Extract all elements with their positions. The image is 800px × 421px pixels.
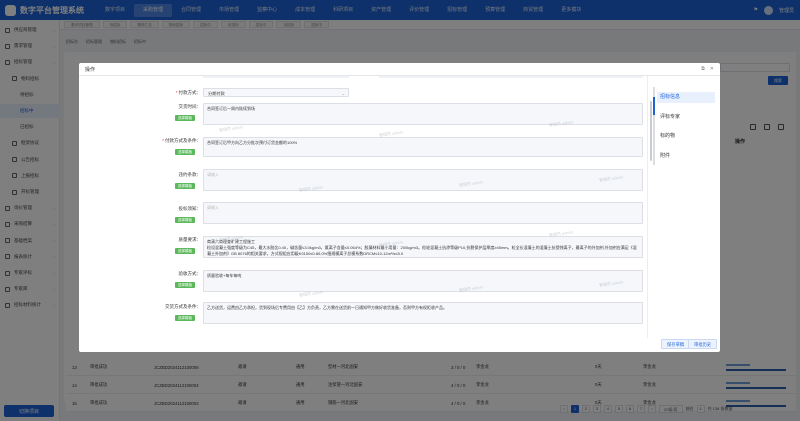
payment-terms-textarea[interactable]: 合同签订后甲方向乙方分批次预付订货金额的100%	[203, 137, 643, 157]
prev-field-edge	[379, 76, 643, 78]
field-label-quality-req: 质量要求：	[179, 237, 202, 243]
save-draft-button[interactable]: 保存草稿	[661, 339, 691, 349]
select-template-button[interactable]: 选择模板	[175, 149, 195, 155]
field-label-bid-notice: 投标须知：	[179, 206, 202, 212]
label-colon: ：	[196, 104, 202, 109]
delivery-terms-textarea[interactable]: 乙方送货，运费由乙方承担，货到现场后专费用由【乙】方负责，乙方需在送货前一日通知…	[203, 302, 643, 324]
anchor-item[interactable]: 评标专家	[657, 112, 715, 123]
label-colon: ：	[196, 206, 202, 211]
modal-form: *付款方式： 分期付款 ⌄ 交货时间： 合同签订后一周内陆续到场 选择模板 *付款方式及条件…	[79, 76, 647, 338]
field-label-text: 付款方式	[178, 90, 197, 95]
field-label-payment-method: *付款方式：	[176, 90, 201, 96]
maximize-icon[interactable]: ⧉	[701, 66, 705, 72]
anchor-item[interactable]: 标的物	[657, 131, 715, 142]
label-colon: ：	[196, 304, 202, 309]
payment-method-select[interactable]: 分期付款 ⌄	[203, 88, 349, 97]
select-value: 分期付款	[208, 91, 225, 96]
label-colon: ：	[196, 138, 202, 143]
modal-title: 操作	[85, 66, 96, 73]
quality-req-textarea[interactable]: 商清六商理查旷建工程施工 粒设混凝土强度等级为C45，最大水胶比0.40，碱含量…	[203, 236, 643, 258]
field-label-delivery-time: 交货时间：	[179, 104, 202, 110]
approval-history-button[interactable]: 审批历史	[688, 339, 718, 349]
select-template-button[interactable]: 选择模板	[175, 282, 195, 288]
anchor-nav: 招标信息评标专家标的物附件	[647, 76, 720, 338]
label-colon: ：	[196, 90, 202, 95]
operation-modal: 操作 ⧉ ✕ *付款方式： 分期付款 ⌄ 交货时间： 合同签订后一周内陆续到场 选择模板 *…	[79, 63, 720, 352]
anchor-track	[653, 87, 655, 165]
prev-field-edge	[203, 76, 349, 78]
select-template-button[interactable]: 选择模板	[175, 315, 195, 321]
watermark: 管理员 admin	[218, 124, 244, 133]
anchor-item[interactable]: 招标信息	[657, 92, 715, 103]
modal-header: 操作 ⧉ ✕	[79, 63, 720, 76]
label-colon: ：	[196, 237, 202, 242]
label-colon: ：	[196, 172, 202, 177]
field-label-text: 付款方式及条件	[165, 138, 197, 143]
close-icon[interactable]: ✕	[710, 66, 714, 72]
select-template-button[interactable]: 选择模板	[175, 248, 195, 254]
field-label-text: 投标须知	[178, 206, 197, 211]
breach-terms-textarea[interactable]: 请输入	[203, 169, 643, 191]
delivery-time-textarea[interactable]: 合同签订后一周内陆续到场	[203, 103, 643, 125]
label-colon: ：	[196, 271, 202, 276]
anchor-indicator	[653, 97, 655, 115]
field-label-delivery-terms: 交货方式及条件：	[165, 304, 201, 310]
required-mark: *	[162, 138, 164, 143]
field-label-text: 交货时间	[178, 104, 197, 109]
select-template-button[interactable]: 选择模板	[175, 115, 195, 121]
select-template-button[interactable]: 选择模板	[175, 217, 195, 223]
required-mark: *	[175, 90, 178, 95]
chevron-down-icon: ⌄	[341, 91, 345, 96]
select-template-button[interactable]: 选择模板	[175, 183, 195, 189]
field-label-text: 验收方式	[178, 271, 197, 276]
field-label-payment-terms: *付款方式及条件：	[162, 138, 201, 144]
field-label-text: 交货方式及条件	[165, 304, 197, 309]
bid-notice-textarea[interactable]: 请输入	[203, 202, 643, 224]
field-label-acceptance: 验收方式：	[179, 271, 202, 277]
field-label-breach-terms: 违约条款：	[179, 172, 202, 178]
acceptance-textarea[interactable]: 质量验收+每车每吨	[203, 270, 643, 292]
field-label-text: 质量要求	[178, 237, 197, 242]
modal-footer: 保存草稿 审批历史	[79, 338, 720, 352]
modal-scrollbar[interactable]	[650, 101, 652, 161]
anchor-item[interactable]: 附件	[657, 151, 715, 162]
field-label-text: 违约条款	[178, 172, 197, 177]
